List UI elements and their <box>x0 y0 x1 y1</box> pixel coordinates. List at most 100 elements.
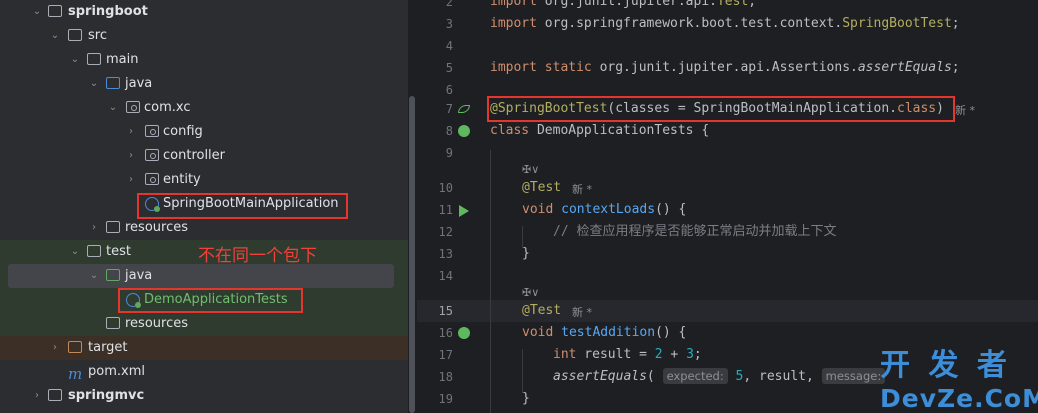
line-number: 11 <box>438 203 453 217</box>
watermark-line1: 开 发 者 <box>880 348 1011 383</box>
highlight-box-annotation <box>487 96 955 122</box>
line-number: 12 <box>438 225 453 239</box>
code-line-17: int result = 2 + 3; <box>553 347 702 362</box>
project-tree: ⌄ springboot ⌄ src ⌄ main ⌄ java ⌄ com.x… <box>0 0 408 413</box>
line-number: 17 <box>438 348 453 362</box>
tree-item-springmvc[interactable]: › springmvc <box>0 384 408 408</box>
tree-item-config[interactable]: › config <box>0 120 408 144</box>
code-line-16: void testAddition() { <box>522 325 687 340</box>
chevron-down-icon[interactable]: ⌄ <box>89 72 99 96</box>
chevron-right-icon[interactable]: › <box>32 384 42 408</box>
line-number: 2 <box>445 0 453 9</box>
line-number: 7 <box>445 102 453 116</box>
chevron-down-icon[interactable]: ⌄ <box>50 24 60 48</box>
tree-item-label: test <box>106 244 131 259</box>
line-number: 18 <box>438 370 453 384</box>
chevron-right-icon[interactable]: › <box>126 168 136 192</box>
new-marker: 新 * <box>955 104 975 117</box>
tree-item-pom-xml[interactable]: m pom.xml <box>0 360 408 384</box>
package-icon <box>145 149 159 161</box>
tree-item-entity[interactable]: › entity <box>0 168 408 192</box>
tree-item-resources-main[interactable]: › resources <box>0 216 408 240</box>
code-line-11: void contextLoads() { <box>522 202 687 217</box>
line-number: 16 <box>438 326 453 340</box>
indent-guide <box>490 150 491 413</box>
chevron-down-icon[interactable]: ⌄ <box>32 0 42 24</box>
module-folder-icon <box>48 389 62 401</box>
resources-folder-icon <box>106 317 120 329</box>
new-marker: 新 * <box>572 306 592 319</box>
tree-item-java-main[interactable]: ⌄ java <box>0 72 408 96</box>
code-line-12: // 检查应用程序是否能够正常启动并加载上下文 <box>553 224 837 239</box>
tree-item-label: entity <box>163 172 201 187</box>
tree-item-label: resources <box>125 316 189 331</box>
module-folder-icon <box>48 5 62 17</box>
tree-item-label: com.xc <box>144 100 191 115</box>
tree-scrollbar[interactable] <box>409 96 415 413</box>
author-hint[interactable]: ✠∨ <box>522 163 539 176</box>
tree-item-target[interactable]: › target <box>0 336 408 360</box>
tree-item-main[interactable]: ⌄ main <box>0 48 408 72</box>
highlight-box-main-class <box>137 193 348 219</box>
tree-item-label: controller <box>163 148 226 163</box>
maven-icon: m <box>68 365 83 383</box>
tree-item-springboot[interactable]: ⌄ springboot <box>0 0 408 24</box>
chevron-down-icon[interactable]: ⌄ <box>70 48 80 72</box>
watermark-logo: 开 发 者 DevZe.CoM <box>880 340 1038 413</box>
run-tests-icon[interactable] <box>458 125 470 137</box>
chevron-right-icon[interactable]: › <box>126 144 136 168</box>
code-line-5: import static org.junit.jupiter.api.Asse… <box>490 60 960 75</box>
tree-item-label: pom.xml <box>88 364 145 379</box>
line-number: 19 <box>438 392 453 406</box>
package-icon <box>145 173 159 185</box>
line-number: 5 <box>445 61 453 75</box>
line-number: 3 <box>445 17 453 31</box>
run-test-icon[interactable] <box>459 205 469 217</box>
line-number: 4 <box>445 39 453 53</box>
tree-item-src[interactable]: ⌄ src <box>0 24 408 48</box>
line-number: 8 <box>445 124 453 138</box>
param-hint: message: <box>821 368 886 384</box>
annotation-note: 不在同一个包下 <box>198 246 317 266</box>
package-icon <box>145 125 159 137</box>
folder-icon <box>87 245 101 257</box>
folder-icon <box>68 29 82 41</box>
current-line-highlight <box>417 300 1038 322</box>
tree-item-label: java <box>125 76 153 91</box>
chevron-right-icon[interactable]: › <box>126 120 136 144</box>
highlight-box-test-class <box>118 288 303 313</box>
package-icon <box>126 101 140 113</box>
param-hint: expected: <box>662 368 728 384</box>
tree-item-com-xc[interactable]: ⌄ com.xc <box>0 96 408 120</box>
tree-item-java-test[interactable]: ⌄ java <box>0 264 408 288</box>
line-number: 14 <box>438 269 453 283</box>
code-line-18: assertEquals( expected: 5, result, messa… <box>553 366 886 388</box>
watermark-line2: DevZe.CoM <box>880 384 1038 413</box>
line-number: 9 <box>445 146 453 160</box>
chevron-right-icon[interactable]: › <box>50 336 60 360</box>
tree-item-label: config <box>163 124 203 139</box>
resources-folder-icon <box>106 221 120 233</box>
chevron-down-icon[interactable]: ⌄ <box>89 264 99 288</box>
author-hint[interactable]: ✠∨ <box>522 286 539 299</box>
new-marker: 新 * <box>572 183 592 196</box>
tree-item-label: springmvc <box>68 388 145 403</box>
source-root-icon <box>106 77 120 89</box>
code-line-15: @Test <box>522 303 562 318</box>
tree-item-label: java <box>125 268 153 283</box>
code-line-3: import org.springframework.boot.test.con… <box>490 16 960 31</box>
tree-item-label: main <box>106 52 139 67</box>
tree-item-label: src <box>88 28 107 43</box>
chevron-down-icon[interactable]: ⌄ <box>70 240 80 264</box>
tree-item-label: target <box>88 340 128 355</box>
chevron-right-icon[interactable]: › <box>89 216 99 240</box>
tree-item-label: springboot <box>68 4 148 19</box>
line-number: 13 <box>438 247 453 261</box>
indent-guide <box>522 349 523 393</box>
line-number: 15 <box>438 304 453 318</box>
tree-item-resources-test[interactable]: resources <box>0 312 408 336</box>
chevron-down-icon[interactable]: ⌄ <box>108 96 118 120</box>
code-line-10: @Test <box>522 180 562 195</box>
run-test-icon[interactable] <box>458 327 470 339</box>
tree-item-controller[interactable]: › controller <box>0 144 408 168</box>
